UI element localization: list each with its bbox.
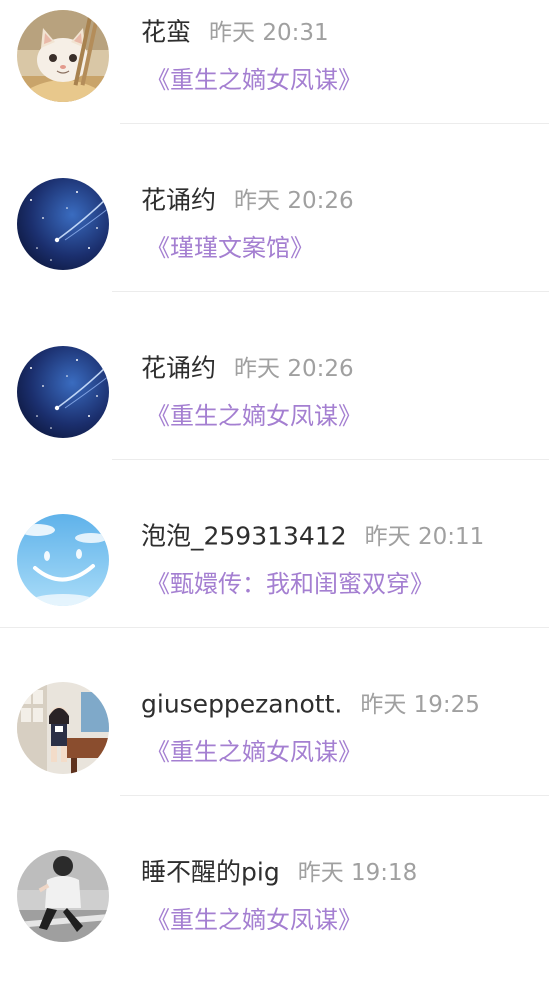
book-title-link[interactable]: 《重生之嫡女凤谋》 bbox=[146, 398, 362, 434]
timestamp: 昨天 19:25 bbox=[360, 691, 480, 718]
message-row[interactable]: 花蛮 昨天 20:31 《重生之嫡女凤谋》 bbox=[0, 0, 549, 168]
message-header: 花蛮 昨天 20:31 bbox=[141, 14, 329, 50]
timestamp: 昨天 20:26 bbox=[234, 355, 354, 382]
user-name[interactable]: 花蛮 bbox=[141, 18, 191, 47]
row-divider bbox=[120, 795, 549, 796]
book-title-link[interactable]: 《甄嬛传：我和闺蜜双穿》 bbox=[146, 566, 434, 602]
row-divider bbox=[112, 291, 549, 292]
message-header: 泡泡_259313412 昨天 20:11 bbox=[141, 518, 484, 554]
message-header: 花诵约 昨天 20:26 bbox=[141, 350, 354, 386]
message-feed: 花蛮 昨天 20:31 《重生之嫡女凤谋》 花诵约 昨天 20:26 《瑾瑾文案… bbox=[0, 0, 549, 953]
message-header: giuseppezanott. 昨天 19:25 bbox=[141, 686, 480, 722]
book-title-link[interactable]: 《重生之嫡女凤谋》 bbox=[146, 62, 362, 98]
book-title-link[interactable]: 《重生之嫡女凤谋》 bbox=[146, 734, 362, 770]
user-name[interactable]: 花诵约 bbox=[141, 354, 216, 383]
blue-sky-avatar-icon[interactable] bbox=[17, 514, 109, 606]
anime-girl-avatar-icon[interactable] bbox=[17, 682, 109, 774]
user-name[interactable]: 花诵约 bbox=[141, 186, 216, 215]
cat-avatar-icon[interactable] bbox=[17, 10, 109, 102]
starry-sky-avatar-icon[interactable] bbox=[17, 346, 109, 438]
starry-sky-avatar-icon[interactable] bbox=[17, 178, 109, 270]
message-row[interactable]: 花诵约 昨天 20:26 《重生之嫡女凤谋》 bbox=[0, 336, 549, 504]
timestamp: 昨天 20:11 bbox=[364, 523, 485, 550]
message-header: 睡不醒的pig 昨天 19:18 bbox=[141, 854, 417, 890]
user-name[interactable]: 泡泡_259313412 bbox=[141, 522, 347, 551]
photo-person-avatar-icon[interactable] bbox=[17, 850, 109, 942]
timestamp: 昨天 20:31 bbox=[209, 19, 329, 46]
message-header: 花诵约 昨天 20:26 bbox=[141, 182, 354, 218]
row-divider bbox=[0, 627, 549, 628]
message-row[interactable]: 泡泡_259313412 昨天 20:11 《甄嬛传：我和闺蜜双穿》 bbox=[0, 504, 549, 672]
book-title-link[interactable]: 《瑾瑾文案馆》 bbox=[146, 230, 314, 266]
timestamp: 昨天 19:18 bbox=[297, 859, 418, 886]
row-divider bbox=[112, 459, 549, 460]
message-row[interactable]: 睡不醒的pig 昨天 19:18 《重生之嫡女凤谋》 bbox=[0, 840, 549, 1008]
user-name[interactable]: 睡不醒的pig bbox=[141, 858, 280, 887]
timestamp: 昨天 20:26 bbox=[234, 187, 354, 214]
message-row[interactable]: 花诵约 昨天 20:26 《瑾瑾文案馆》 bbox=[0, 168, 549, 336]
user-name[interactable]: giuseppezanott. bbox=[141, 690, 342, 719]
row-divider bbox=[120, 123, 549, 124]
book-title-link[interactable]: 《重生之嫡女凤谋》 bbox=[146, 902, 362, 938]
message-row[interactable]: giuseppezanott. 昨天 19:25 《重生之嫡女凤谋》 bbox=[0, 672, 549, 840]
